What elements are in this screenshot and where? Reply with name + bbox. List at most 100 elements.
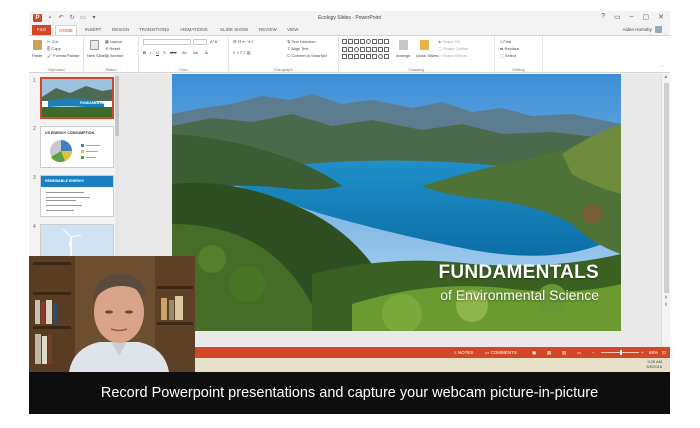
bullets-icon[interactable]: ☰ ☷ ⇤ ⇥ ≡ [233,39,254,44]
zoom-in-icon[interactable]: + [641,349,644,356]
shape-rect-icon[interactable] [360,39,365,44]
shape-arrow-icon[interactable] [348,46,353,52]
shape-oval-icon[interactable] [354,46,359,52]
section-button[interactable]: ▤ Section [105,53,123,58]
slide-title[interactable]: FUNDAMENTALS [438,262,599,284]
shape-triangle-icon[interactable] [378,39,383,44]
slide-scroll-thumb[interactable] [663,83,669,293]
paste-button[interactable]: Paste [32,53,42,58]
select-button[interactable]: ⬚ Select [500,53,516,58]
tab-insert[interactable]: INSERT [85,25,101,35]
previous-slide-icon[interactable]: ⇞ [662,295,670,302]
zoom-slider-thumb[interactable] [620,350,622,355]
shape-star-icon[interactable] [372,46,377,52]
ribbon-display-icon[interactable]: ▭ [614,13,621,21]
shape-textbox-icon[interactable] [342,39,347,44]
tab-home[interactable]: HOME [55,25,77,35]
current-slide[interactable]: FUNDAMENTALS of Environmental Science [172,74,621,331]
notes-button[interactable]: ≡ NOTES [454,349,473,356]
avatar[interactable] [655,26,662,33]
maximize-icon[interactable]: ▢ [643,13,650,21]
slide-thumbnail-2[interactable]: US ENERGY CONSUMPTION [40,126,114,168]
zoom-level[interactable]: 69% [649,349,658,356]
convert-smartart-button[interactable]: ⎔ Convert to SmartArt [287,53,327,58]
help-icon[interactable]: ? [601,13,605,21]
slide-thumbnail-3[interactable]: RENEWABLE ENERGY [40,175,114,217]
next-slide-icon[interactable]: ⇟ [662,302,670,309]
shape-oval-icon[interactable] [366,39,371,44]
paste-icon[interactable] [33,40,42,50]
align-icons[interactable]: ≡ ≡ ≡ ≡ ▥ [233,50,251,55]
webcam-overlay[interactable] [29,256,195,372]
font-size-input[interactable] [193,39,207,45]
slide-vertical-scrollbar[interactable]: ▲ ⇞ ⇟ [661,74,670,346]
format-painter-button[interactable]: 🖌 Format Painter [47,53,80,58]
shape-arrow-icon[interactable] [384,39,389,44]
shape-rect-icon[interactable] [342,54,347,60]
shape-outline-button[interactable]: ▢ Shape Outline [438,46,468,51]
font-color-button[interactable]: A [205,50,208,55]
reset-button[interactable]: ⟲ Reset [105,46,120,51]
normal-view-icon[interactable]: ▣ [532,349,536,356]
arrange-button[interactable]: Arrange [396,53,410,58]
tab-file[interactable]: FILE [32,25,51,35]
zoom-out-icon[interactable]: – [592,349,595,356]
shape-line-icon[interactable] [348,39,353,44]
slide-subtitle[interactable]: of Environmental Science [440,287,599,303]
copy-button[interactable]: ⎘ Copy [47,46,61,51]
new-slide-button[interactable]: New Slide [87,53,105,58]
scroll-up-icon[interactable]: ▲ [662,74,670,81]
shapes-gallery[interactable] [342,39,392,61]
shape-rect-icon[interactable] [378,46,383,52]
fit-slide-icon[interactable]: ⊡ [662,349,666,356]
italic-button[interactable]: I [150,50,151,55]
underline-button[interactable]: U [156,50,159,55]
character-spacing-button[interactable]: AV [182,50,187,55]
collapse-ribbon-icon[interactable]: ⌃ [661,64,664,69]
shape-brace-icon[interactable] [360,54,365,60]
shape-more-icon[interactable] [384,46,389,52]
tab-view[interactable]: VIEW [287,25,299,35]
tab-animations[interactable]: ANIMATIONS [180,25,208,35]
cut-button[interactable]: ✂ Cut [47,39,58,44]
tab-transitions[interactable]: TRANSITIONS [139,25,169,35]
tab-design[interactable]: DESIGN [112,25,129,35]
shape-brace-icon[interactable] [366,54,371,60]
tab-slide-show[interactable]: SLIDE SHOW [220,25,248,35]
shape-line-icon[interactable] [354,39,359,44]
align-text-button[interactable]: ⇳ Align Text [287,46,309,51]
shape-more-icon[interactable] [384,54,389,60]
close-icon[interactable]: ✕ [658,13,664,21]
shape-brace-icon[interactable] [360,46,365,52]
strikethrough-button[interactable]: abc [170,50,176,55]
shape-fill-button[interactable]: ◆ Shape Fill [438,39,460,44]
taskbar-clock[interactable]: 9:25 AM 5/5/2016 [646,359,662,369]
tab-review[interactable]: REVIEW [259,25,277,35]
font-name-input[interactable] [143,39,191,45]
shape-effects-button[interactable]: ◇ Shape Effects [438,53,467,58]
slide-sorter-icon[interactable]: ▦ [547,349,551,356]
shape-curve-icon[interactable] [354,54,359,60]
slideshow-view-icon[interactable]: ▭ [577,349,581,356]
shape-star-icon[interactable] [372,54,377,60]
find-button[interactable]: ⌕ Find [500,39,511,44]
layout-button[interactable]: ▦ Layout [105,39,122,44]
shape-arrow-icon[interactable] [342,46,347,52]
new-slide-icon[interactable] [90,40,99,50]
bold-button[interactable]: B [143,50,146,55]
comments-button[interactable]: ▭ COMMENTS [485,349,517,356]
shape-brace-icon[interactable] [366,46,371,52]
replace-button[interactable]: ⇄ Replace [500,46,519,51]
slide-thumbnail-1[interactable]: FUNDAMENTALS [40,77,114,119]
arrange-icon[interactable] [399,40,408,50]
text-direction-button[interactable]: ⇅ Text Direction [287,39,316,44]
quick-styles-button[interactable]: Quick Styles [416,53,438,58]
user-name[interactable]: Aiden Hornsby [622,27,652,32]
shape-oval-icon[interactable] [378,54,383,60]
minimize-icon[interactable]: – [630,13,634,21]
quick-styles-icon[interactable] [420,40,429,50]
shape-curve-icon[interactable] [348,54,353,60]
shape-rect-icon[interactable] [372,39,377,44]
grow-font-icon[interactable]: A⁺A⁻ [210,39,220,44]
shadow-button[interactable]: S [163,50,166,55]
